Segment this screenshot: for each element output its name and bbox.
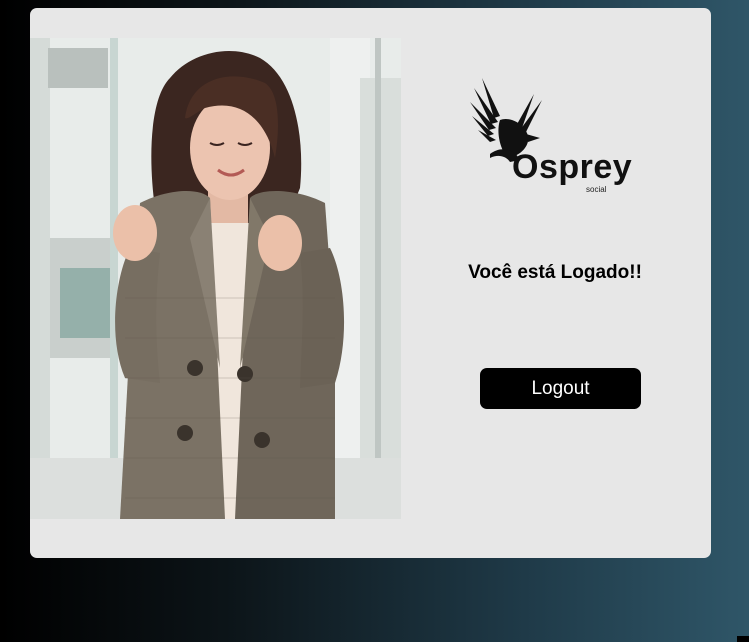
osprey-social-logo: Osprey social <box>470 76 640 194</box>
login-card: Osprey social Você está Logado!! Logout <box>30 8 711 558</box>
logout-button[interactable]: Logout <box>480 368 641 409</box>
logged-in-message: Você está Logado!! <box>468 262 642 283</box>
celebrating-woman-photo <box>30 38 401 519</box>
page-corner <box>737 636 749 642</box>
logo-wordmark: Osprey <box>512 148 633 186</box>
logo-subtext: social <box>586 185 607 194</box>
